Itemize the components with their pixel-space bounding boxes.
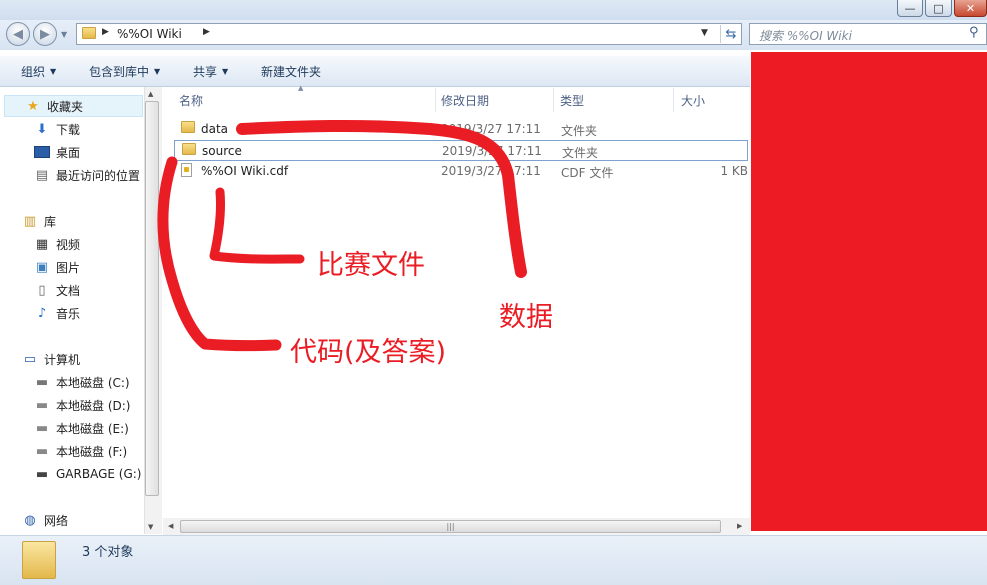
annotation-contest-files: 比赛文件 (317, 250, 425, 281)
annotation-data: 数据 (499, 302, 553, 333)
annotation-strokes (157, 119, 527, 352)
annotation-code: 代码(及答案) (290, 337, 447, 368)
contest-arrow-stroke (209, 187, 305, 264)
